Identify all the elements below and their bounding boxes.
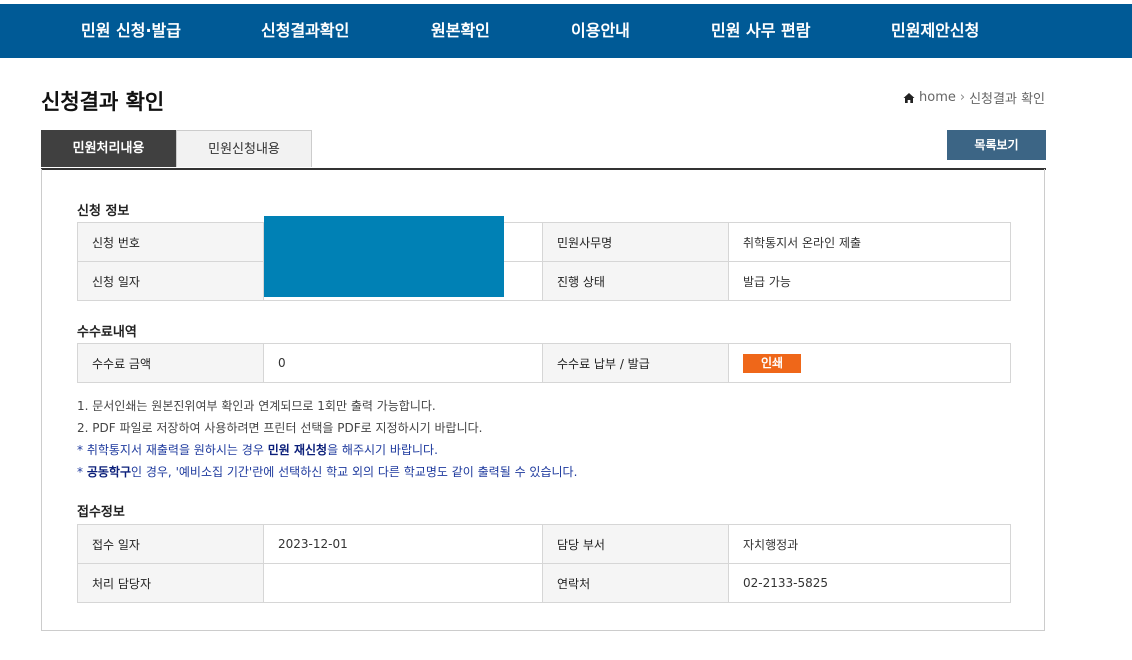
redaction-block [264, 216, 504, 297]
reception-table: 접수 일자 2023-12-01 담당 부서 자치행정과 처리 담당자 연락처 … [77, 524, 1011, 603]
reapply-emphasis: 민원 재신청 [267, 443, 328, 457]
department-label: 담당 부서 [542, 524, 729, 564]
notice-list: 1. 문서인쇄는 원본진위여부 확인과 연계되므로 1회만 출력 가능합니다. … [77, 395, 577, 483]
home-icon[interactable] [903, 92, 915, 104]
section-title-reception: 접수정보 [77, 505, 125, 520]
list-view-button[interactable]: 목록보기 [947, 130, 1046, 160]
handler-value [263, 563, 543, 603]
service-name-label: 민원사무명 [542, 222, 729, 262]
nav-usage-guide[interactable]: 이용안내 [571, 4, 630, 58]
notice-item: 1. 문서인쇄는 원본진위여부 확인과 연계되므로 1회만 출력 가능합니다. [77, 399, 436, 413]
fee-amount-label: 수수료 금액 [77, 343, 264, 383]
page-title: 신청결과 확인 [41, 90, 165, 114]
contact-value: 02-2133-5825 [728, 563, 1011, 603]
notice-item: 2. PDF 파일로 저장하여 사용하려면 프린터 선택을 PDF로 지정하시기… [77, 421, 483, 435]
nav-service-handbook[interactable]: 민원 사무 편람 [711, 4, 810, 58]
notice-item-reapply: * 취학통지서 재출력을 원하시는 경우 민원 재신청을 해주시기 바랍니다. [77, 439, 577, 461]
department-value: 자치행정과 [728, 524, 1011, 564]
chevron-right-icon: › [959, 90, 966, 105]
application-number-label: 신청 번호 [77, 222, 264, 262]
tab-processing-details[interactable]: 민원처리내용 [41, 130, 176, 167]
notice-text: * [77, 465, 87, 479]
print-button[interactable]: 인쇄 [743, 353, 801, 373]
section-title-application-info: 신청 정보 [77, 204, 130, 219]
notice-text: 을 해주시기 바랍니다. [327, 443, 438, 457]
contact-label: 연락처 [542, 563, 729, 603]
breadcrumb: home › 신청결과 확인 [903, 88, 1045, 107]
fee-amount-value: 0 [263, 343, 543, 383]
application-info-table: 신청 번호 민원사무명 취학통지서 온라인 제출 신청 일자 진행 상태 발급 … [77, 222, 1011, 301]
service-name-value: 취학통지서 온라인 제출 [728, 222, 1011, 262]
reception-date-label: 접수 일자 [77, 524, 264, 564]
application-date-label: 신청 일자 [77, 261, 264, 301]
tab-application-details[interactable]: 민원신청내용 [176, 130, 312, 167]
breadcrumb-home[interactable]: home [919, 90, 956, 105]
nav-apply-issue[interactable]: 민원 신청·발급 [81, 4, 181, 58]
nav-verify-original[interactable]: 원본확인 [431, 4, 490, 58]
nav-check-result[interactable]: 신청결과확인 [261, 4, 349, 58]
notice-item-shared-district: * 공동학구인 경우, '예비소집 기간'란에 선택하신 학교 외의 다른 학교… [77, 461, 577, 483]
reception-date-value: 2023-12-01 [263, 524, 543, 564]
handler-label: 처리 담당자 [77, 563, 264, 603]
shared-district-emphasis: 공동학구 [86, 465, 131, 479]
status-label: 진행 상태 [542, 261, 729, 301]
notice-text: 인 경우, '예비소집 기간'란에 선택하신 학교 외의 다른 학교명도 같이 … [131, 465, 578, 479]
status-value: 발급 가능 [728, 261, 1011, 301]
breadcrumb-current: 신청결과 확인 [969, 92, 1045, 107]
nav-proposal[interactable]: 민원제안신청 [891, 4, 979, 58]
fee-payment-cell: 인쇄 [728, 343, 1011, 383]
fee-payment-label: 수수료 납부 / 발급 [542, 343, 729, 383]
notice-text: * 취학통지서 재출력을 원하시는 경우 [77, 443, 268, 457]
top-navigation-bar: 민원 신청·발급 신청결과확인 원본확인 이용안내 민원 사무 편람 민원제안신… [0, 4, 1132, 58]
fee-table: 수수료 금액 0 수수료 납부 / 발급 인쇄 [77, 343, 1011, 383]
section-title-fee: 수수료내역 [77, 325, 137, 340]
tab-bar: 민원처리내용 민원신청내용 [41, 130, 1046, 170]
